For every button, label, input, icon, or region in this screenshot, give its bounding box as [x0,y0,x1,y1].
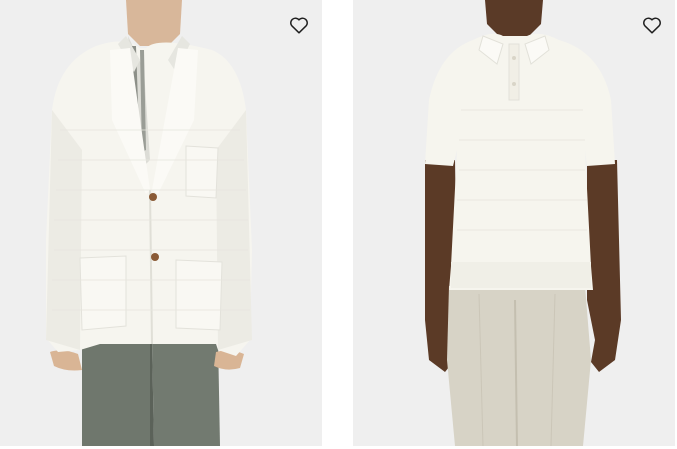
product-image[interactable] [353,0,675,446]
heart-outline-icon [641,14,663,36]
wishlist-button[interactable] [641,14,663,36]
product-image[interactable] [0,0,322,446]
wishlist-button[interactable] [288,14,310,36]
heart-outline-icon [288,14,310,36]
product-card[interactable] [0,0,322,446]
product-card[interactable] [353,0,675,446]
